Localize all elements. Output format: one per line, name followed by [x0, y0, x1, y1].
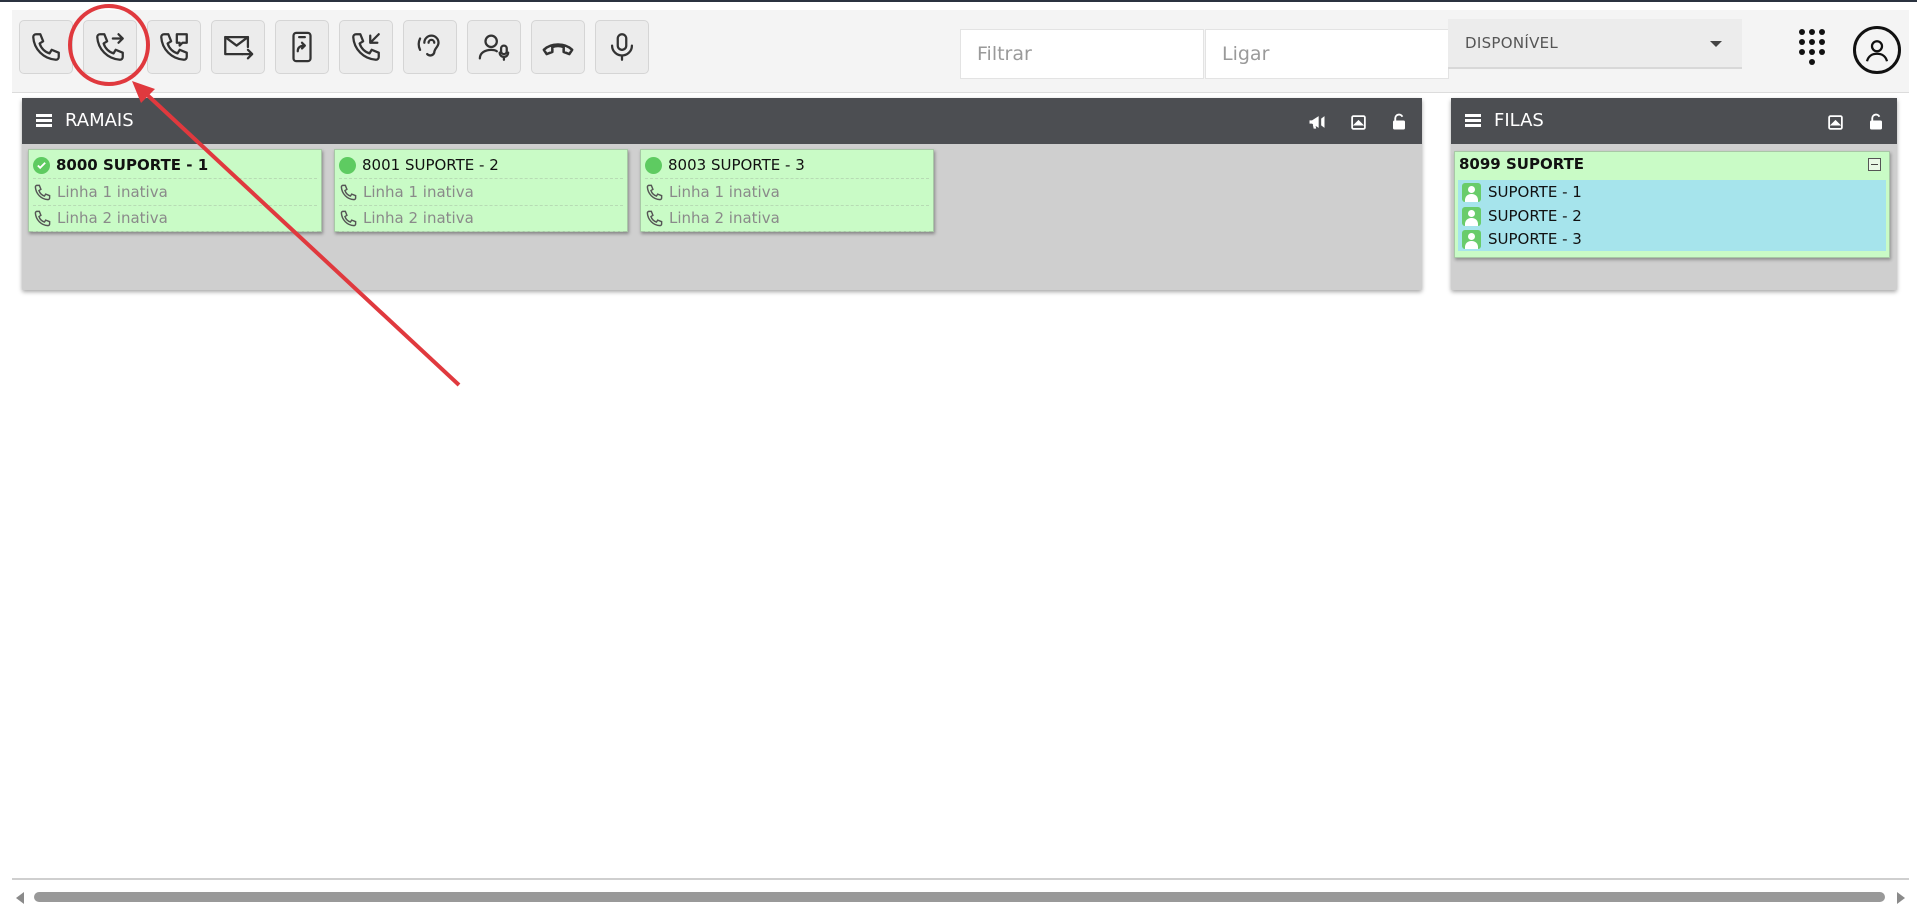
- filter-placeholder: Filtrar: [977, 43, 1032, 65]
- queue-member-name: SUPORTE - 1: [1488, 183, 1582, 201]
- ramais-header: RAMAIS: [22, 98, 1422, 144]
- listen-icon: [417, 34, 440, 57]
- line-status-text: Linha 1 inativa: [669, 183, 780, 201]
- whisper-button[interactable]: [467, 20, 521, 74]
- queue-member[interactable]: SUPORTE - 3: [1462, 228, 1582, 250]
- hangup-icon: [542, 43, 574, 56]
- line-status-row: Linha 2 inativa: [339, 205, 623, 232]
- extension-title-row: 8001 SUPORTE - 2: [339, 152, 623, 179]
- agent-avatar-icon: [1462, 229, 1481, 249]
- menu-icon[interactable]: [1465, 114, 1481, 128]
- queue-member-name: SUPORTE - 2: [1488, 207, 1582, 225]
- mail-forward-button[interactable]: [211, 20, 265, 74]
- listen-button[interactable]: [403, 20, 457, 74]
- queue-card[interactable]: 8099 SUPORTE SUPORTE - 1 SUPORTE - 2 SUP…: [1454, 151, 1890, 258]
- unlock-icon[interactable]: [1865, 111, 1887, 133]
- line-status-text: Linha 2 inativa: [363, 209, 474, 227]
- line-status-row: Linha 1 inativa: [33, 179, 317, 206]
- extension-title-row: 8000 SUPORTE - 1: [33, 152, 317, 179]
- status-select[interactable]: DISPONÍVEL: [1448, 19, 1742, 69]
- online-status-icon: [339, 156, 356, 174]
- line-status-text: Linha 1 inativa: [57, 183, 168, 201]
- scroll-right-arrow-icon[interactable]: [1897, 892, 1905, 904]
- queue-title: 8099 SUPORTE: [1459, 155, 1585, 173]
- line-status-row: Linha 1 inativa: [645, 179, 929, 206]
- queue-member[interactable]: SUPORTE - 1: [1462, 181, 1582, 203]
- extension-title-row: 8003 SUPORTE - 3: [645, 152, 929, 179]
- ramais-title: RAMAIS: [65, 110, 134, 131]
- filas-header: FILAS: [1451, 98, 1897, 144]
- hangup-button[interactable]: [531, 20, 585, 74]
- phone-icon: [34, 184, 51, 200]
- scroll-left-arrow-icon[interactable]: [16, 892, 24, 904]
- call-consult-icon: [160, 33, 188, 61]
- minimize-panel-icon[interactable]: [1824, 111, 1846, 133]
- agent-avatar-icon: [1462, 206, 1481, 226]
- line-status-text: Linha 1 inativa: [363, 183, 474, 201]
- queue-member[interactable]: SUPORTE - 2: [1462, 205, 1582, 227]
- user-profile-button[interactable]: [1853, 26, 1901, 74]
- extension-card[interactable]: 8000 SUPORTE - 1 Linha 1 inativa Linha 2…: [28, 149, 322, 232]
- extension-title: 8003 SUPORTE - 3: [668, 156, 805, 174]
- extension-title: 8001 SUPORTE - 2: [362, 156, 499, 174]
- extension-card[interactable]: 8001 SUPORTE - 2 Linha 1 inativa Linha 2…: [334, 149, 628, 232]
- microphone-icon: [610, 33, 634, 61]
- consult-call-button[interactable]: [147, 20, 201, 74]
- extension-card[interactable]: 8003 SUPORTE - 3 Linha 1 inativa Linha 2…: [640, 149, 934, 232]
- line-status-row: Linha 2 inativa: [645, 205, 929, 232]
- check-icon: [33, 156, 50, 174]
- mobile-forward-icon: [292, 31, 312, 63]
- scrollbar-thumb[interactable]: [34, 892, 1885, 902]
- user-icon: [1865, 40, 1889, 62]
- online-status-icon: [645, 156, 662, 174]
- mobile-forward-button[interactable]: [275, 20, 329, 74]
- phone-icon: [340, 210, 357, 226]
- filter-input[interactable]: Filtrar: [960, 29, 1204, 79]
- line-status-text: Linha 2 inativa: [669, 209, 780, 227]
- dialpad-icon[interactable]: [1799, 29, 1833, 67]
- phone-icon: [646, 184, 663, 200]
- pickup-call-button[interactable]: [339, 20, 393, 74]
- collapse-icon[interactable]: [1868, 158, 1881, 171]
- phone-icon: [34, 210, 51, 226]
- window-top-border: [0, 0, 1917, 2]
- phone-icon: [646, 210, 663, 226]
- queue-member-list: SUPORTE - 1 SUPORTE - 2 SUPORTE - 3: [1458, 180, 1886, 251]
- horizontal-scrollbar[interactable]: [12, 878, 1909, 910]
- incoming-call-icon: [352, 33, 380, 61]
- line-status-row: Linha 2 inativa: [33, 205, 317, 232]
- extension-title: 8000 SUPORTE - 1: [56, 156, 209, 174]
- phone-icon: [340, 184, 357, 200]
- filas-panel: FILAS 8099 SUPORTE SUPORTE - 1 SUPORTE -…: [1451, 98, 1897, 290]
- line-status-text: Linha 2 inativa: [57, 209, 168, 227]
- agent-whisper-icon: [478, 34, 510, 61]
- agent-avatar-icon: [1462, 182, 1481, 202]
- minimize-panel-icon[interactable]: [1347, 111, 1369, 133]
- filas-title: FILAS: [1494, 110, 1544, 131]
- transfer-call-button[interactable]: [83, 20, 137, 74]
- ramais-panel: RAMAIS 8000 SUPORTE - 1 Linha 1 inativa …: [22, 98, 1422, 290]
- dial-placeholder: Ligar: [1222, 43, 1270, 65]
- line-status-row: Linha 1 inativa: [339, 179, 623, 206]
- mute-button[interactable]: [595, 20, 649, 74]
- megaphone-icon[interactable]: [1306, 111, 1328, 133]
- menu-icon[interactable]: [36, 114, 52, 128]
- phone-icon: [32, 33, 60, 61]
- phone-button[interactable]: [19, 20, 73, 74]
- queue-member-name: SUPORTE - 3: [1488, 230, 1582, 248]
- mail-forward-icon: [224, 35, 254, 60]
- status-value: DISPONÍVEL: [1465, 34, 1559, 52]
- chevron-down-icon: [1710, 41, 1722, 47]
- call-transfer-icon: [96, 33, 124, 61]
- dial-input[interactable]: Ligar: [1205, 29, 1449, 79]
- unlock-icon[interactable]: [1388, 111, 1410, 133]
